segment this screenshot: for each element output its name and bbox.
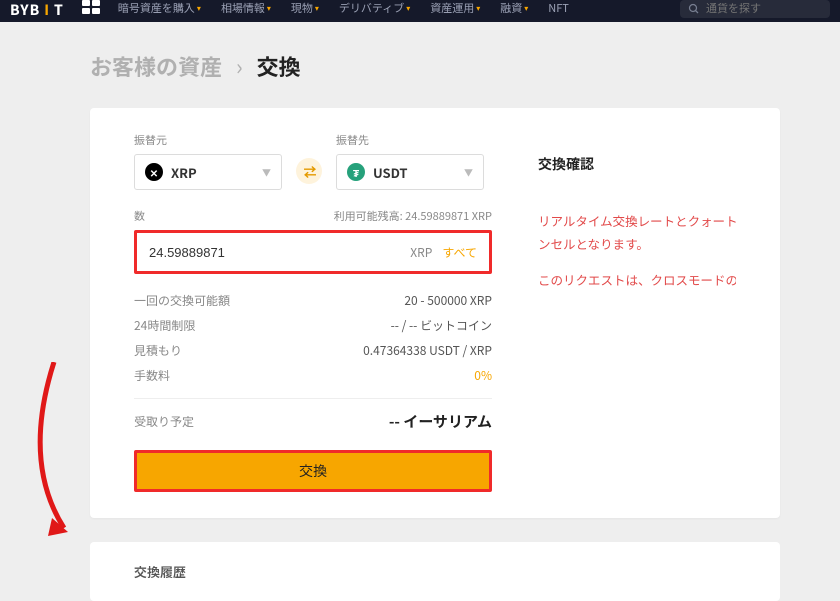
- to-coin-select[interactable]: ₮ USDT ▼: [336, 154, 484, 190]
- history-title: 交換履歴: [134, 562, 736, 581]
- usdt-icon: ₮: [347, 163, 365, 181]
- receive-value: -- イーサリアム: [389, 411, 492, 432]
- search-box[interactable]: [680, 0, 830, 18]
- nav-nft[interactable]: NFT: [548, 0, 569, 16]
- warning-line-1: リアルタイム交換レートとクォート率が0.5%以上ンセルとなります。: [538, 210, 736, 255]
- convert-card: 振替元 ✕ XRP ▼ ⇄ 振替先 ₮ USDT ▼: [90, 108, 780, 518]
- brand-logo[interactable]: BYBIT: [10, 0, 64, 20]
- swap-icon: ⇄: [303, 162, 314, 181]
- breadcrumb-current: 交換: [257, 50, 301, 82]
- nav-markets[interactable]: 相場情報▾: [221, 0, 271, 16]
- available-balance: 利用可能残高: 24.59889871 XRP: [334, 208, 492, 224]
- convert-form: 振替元 ✕ XRP ▼ ⇄ 振替先 ₮ USDT ▼: [134, 132, 492, 492]
- xrp-icon: ✕: [145, 163, 163, 181]
- nav-earn[interactable]: 資産運用▾: [430, 0, 480, 16]
- swap-direction-button[interactable]: ⇄: [296, 158, 322, 184]
- details-list: 一回の交換可能額20 - 500000 XRP 24時間制限-- / -- ビッ…: [134, 292, 492, 384]
- amount-input-box: XRP すべて: [134, 230, 492, 274]
- nav-lending[interactable]: 融資▾: [500, 0, 528, 16]
- search-input[interactable]: [706, 3, 806, 15]
- warning-line-2: このリクエストは、クロスモードのままの強制決: [538, 269, 736, 292]
- nav-links: 暗号資産を購入▾ 相場情報▾ 現物▾ デリバティブ▾ 資産運用▾ 融資▾ NFT: [118, 0, 569, 16]
- nav-derivatives[interactable]: デリバティブ▾: [339, 0, 410, 16]
- divider: [134, 398, 492, 399]
- confirmation-panel: 交換確認 リアルタイム交換レートとクォート率が0.5%以上ンセルとなります。 こ…: [538, 132, 736, 492]
- chevron-down-icon: ▼: [464, 166, 473, 179]
- nav-buy-crypto[interactable]: 暗号資産を購入▾: [118, 0, 201, 16]
- from-label: 振替元: [134, 132, 282, 148]
- apps-grid-icon[interactable]: [82, 0, 100, 14]
- amount-all-button[interactable]: すべて: [442, 244, 477, 261]
- quantity-label: 数: [134, 208, 145, 224]
- chevron-right-icon: ›: [236, 50, 243, 82]
- from-coin-select[interactable]: ✕ XRP ▼: [134, 154, 282, 190]
- convert-submit-button[interactable]: 交換: [134, 450, 492, 492]
- top-nav: BYBIT 暗号資産を購入▾ 相場情報▾ 現物▾ デリバティブ▾ 資産運用▾ 融…: [0, 0, 840, 22]
- amount-input[interactable]: [149, 245, 410, 260]
- breadcrumb-assets[interactable]: お客様の資産: [90, 50, 222, 82]
- annotation-arrow-icon: [34, 362, 90, 542]
- confirmation-title: 交換確認: [538, 154, 736, 174]
- to-label: 振替先: [336, 132, 484, 148]
- receive-row: 受取り予定 -- イーサリアム: [134, 411, 492, 432]
- breadcrumb: お客様の資産 › 交換: [90, 50, 780, 82]
- chevron-down-icon: ▼: [262, 166, 271, 179]
- search-icon: [688, 3, 700, 15]
- nav-spot[interactable]: 現物▾: [291, 0, 319, 16]
- amount-unit: XRP: [410, 244, 432, 261]
- history-card: 交換履歴: [90, 542, 780, 601]
